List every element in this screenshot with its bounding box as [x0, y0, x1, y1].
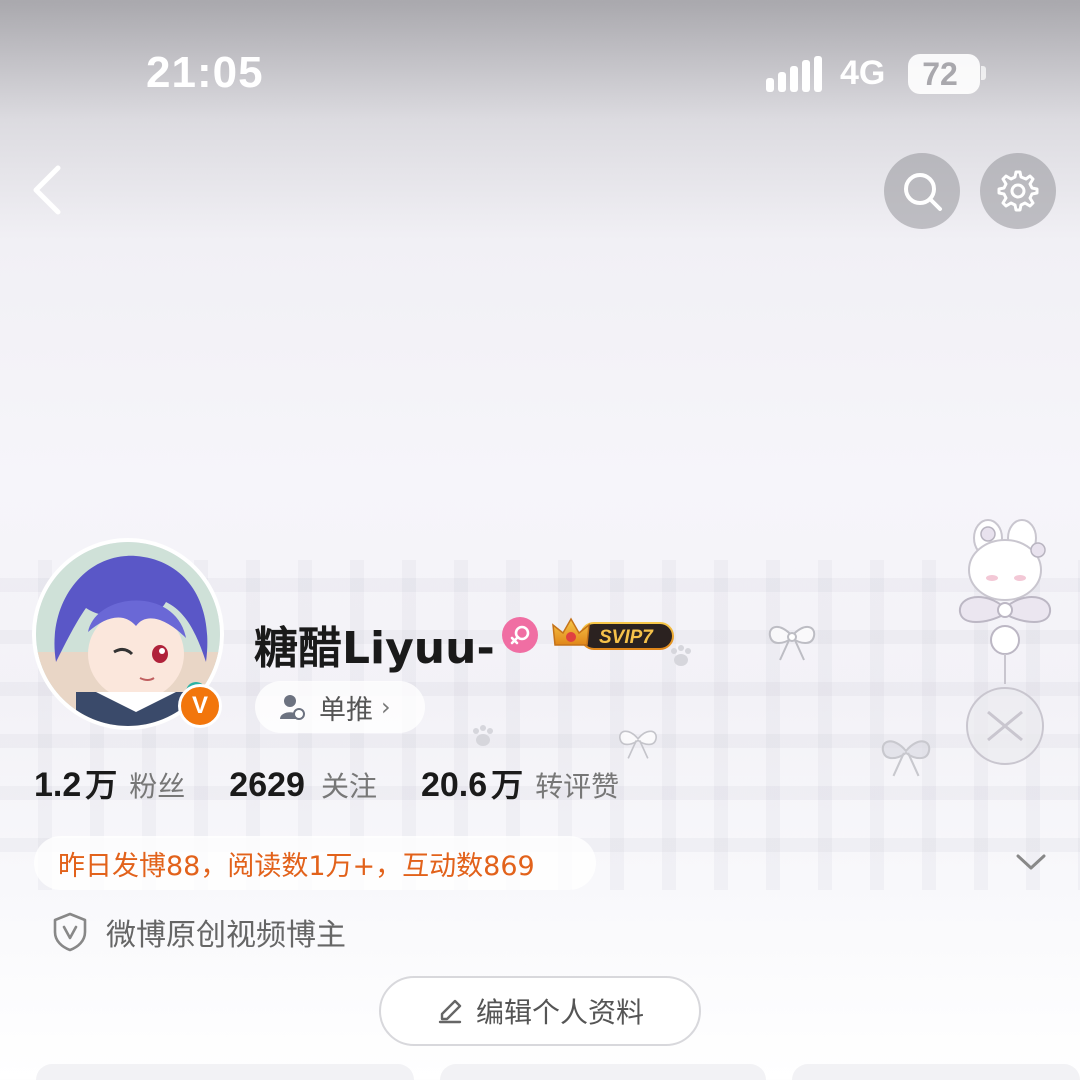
- stat-number: 20.6: [420, 766, 488, 804]
- daily-summary-text: 昨日发博88，阅读数1万+，互动数869: [58, 850, 535, 882]
- edit-profile-button[interactable]: 编辑个人资料: [379, 976, 701, 1046]
- paw-decoration: [473, 725, 493, 746]
- back-button[interactable]: [24, 158, 84, 222]
- edit-profile-label: 编辑个人资料: [475, 996, 644, 1029]
- certification-text: 微博原创视频博主: [106, 918, 346, 953]
- chevron-right-icon: ›: [381, 693, 391, 721]
- tag-pill[interactable]: 单推 ›: [255, 681, 425, 733]
- stat-number: 1.2: [34, 766, 82, 804]
- stat-unit: 万: [85, 766, 118, 804]
- status-time: 21:05: [146, 48, 264, 97]
- stat-following[interactable]: 2629 关注: [229, 765, 377, 805]
- signal-icon: [766, 56, 822, 92]
- stat-followers[interactable]: 1.2 万 粉丝: [34, 760, 185, 806]
- search-button[interactable]: [884, 153, 960, 229]
- shield-icon: [53, 912, 87, 952]
- bottom-card[interactable]: [36, 1064, 414, 1080]
- bow-decoration: [881, 740, 931, 777]
- stat-label: 关注: [320, 770, 377, 803]
- bow-decoration: [768, 626, 816, 661]
- battery-cap: [981, 66, 986, 80]
- settings-button[interactable]: [980, 153, 1056, 229]
- stat-label: 转评赞: [535, 770, 620, 803]
- username: 糖醋Liyuu-: [254, 623, 495, 674]
- search-icon: [904, 173, 942, 211]
- stat-label: 粉丝: [129, 770, 186, 803]
- daily-summary-banner[interactable]: 昨日发博88，阅读数1万+，互动数869: [34, 836, 596, 890]
- bottom-card[interactable]: [440, 1064, 766, 1080]
- network-type: 4G: [840, 54, 886, 92]
- bottom-card[interactable]: [792, 1064, 1080, 1080]
- verified-badge: V: [178, 684, 222, 728]
- chevron-left-icon: [33, 165, 61, 215]
- person-icon: [280, 695, 305, 720]
- stat-unit: 万: [491, 766, 524, 804]
- bunny-pendant-decoration: [958, 519, 1052, 765]
- profile-stats: 1.2 万 粉丝 2629 关注 20.6 万 转评赞: [34, 760, 663, 806]
- svip-label: SVIP7: [599, 627, 654, 648]
- stat-number: 2629: [229, 766, 305, 804]
- battery-indicator: 72: [908, 54, 980, 94]
- pencil-icon: [438, 999, 462, 1024]
- tag-label: 单推: [319, 694, 373, 726]
- battery-level: 72: [922, 56, 958, 92]
- chevron-down-icon[interactable]: [1014, 848, 1048, 876]
- status-bar: 21:05 4G 72: [0, 0, 1080, 140]
- stat-likes[interactable]: 20.6 万 转评赞: [421, 760, 619, 806]
- female-icon: [502, 617, 538, 653]
- svip-badge[interactable]: SVIP7: [551, 615, 675, 655]
- gear-icon: [997, 170, 1039, 212]
- certification-row[interactable]: 微博原创视频博主: [52, 910, 346, 954]
- bow-decoration: [619, 730, 657, 759]
